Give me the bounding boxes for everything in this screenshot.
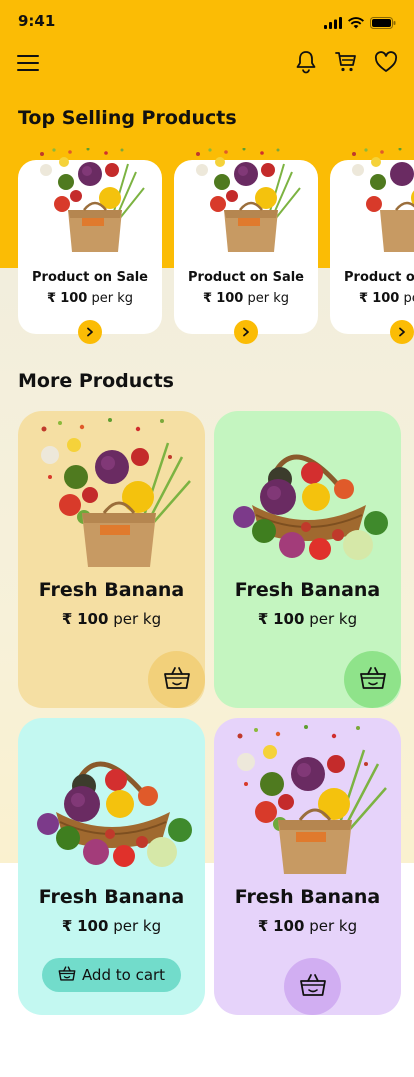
product-name: Product on Sale <box>344 270 414 285</box>
product-name: Fresh Banana <box>38 886 185 908</box>
status-time: 9:41 <box>18 12 56 30</box>
product-card[interactable]: Fresh Banana ₹ 100 per kg Add to cart <box>18 718 205 1015</box>
grocery-bag-image <box>40 148 145 252</box>
app-header <box>0 44 414 84</box>
product-name: Product on Sale <box>32 270 148 285</box>
add-to-cart-label: Add to cart <box>81 966 166 984</box>
product-price: ₹ 100 per kg <box>257 610 358 628</box>
grocery-bag-image <box>196 148 301 252</box>
grocery-bag-image <box>352 148 414 252</box>
product-price: ₹ 100 per kg <box>257 917 358 935</box>
product-price: ₹ 100 per kg <box>203 291 289 306</box>
add-to-cart-button[interactable] <box>284 958 341 1015</box>
grocery-bag-image <box>41 418 191 567</box>
product-name: Fresh Banana <box>234 579 381 601</box>
chevron-right-icon[interactable] <box>78 320 102 344</box>
product-name: Fresh Banana <box>38 579 185 601</box>
signal-icon <box>324 14 342 33</box>
status-bar: 9:41 <box>0 0 414 44</box>
top-selling-title: Top Selling Products <box>18 107 237 129</box>
basket-icon <box>359 665 387 695</box>
vegetable-basket-image <box>233 454 388 560</box>
product-card[interactable]: Fresh Banana ₹ 100 per kg <box>18 411 205 708</box>
add-to-cart-button[interactable] <box>344 651 401 708</box>
chevron-right-icon[interactable] <box>234 320 258 344</box>
product-card[interactable]: Fresh Banana ₹ 100 per kg <box>214 718 401 1015</box>
add-to-cart-button[interactable] <box>148 651 205 708</box>
top-selling-carousel[interactable]: Product on Sale ₹ 100 per kg Product on … <box>0 140 414 350</box>
product-name: Product on Sale <box>188 270 304 285</box>
product-price: ₹ 100 per kg <box>359 291 414 306</box>
top-product-card[interactable]: Product on Sale ₹ 100 per kg <box>18 148 162 344</box>
vegetable-basket-image <box>37 761 192 867</box>
basket-icon <box>299 972 327 1002</box>
product-price: ₹ 100 per kg <box>61 917 162 935</box>
top-product-card[interactable]: Product on Sale ₹ 100 per kg <box>174 148 318 344</box>
basket-icon <box>163 665 191 695</box>
battery-icon <box>370 14 396 33</box>
cart-icon[interactable] <box>333 49 359 75</box>
wifi-icon <box>348 14 364 33</box>
more-products-title: More Products <box>18 370 174 392</box>
top-product-card[interactable]: Product on Sale ₹ 100 per kg <box>330 148 414 344</box>
product-name: Fresh Banana <box>234 886 381 908</box>
bell-icon[interactable] <box>293 49 319 75</box>
hamburger-icon[interactable] <box>15 50 41 76</box>
product-price: ₹ 100 per kg <box>61 610 162 628</box>
add-to-cart-button[interactable]: Add to cart <box>42 958 181 992</box>
basket-icon <box>58 965 76 986</box>
product-card[interactable]: Fresh Banana ₹ 100 per kg <box>214 411 401 708</box>
grocery-bag-image <box>237 725 387 874</box>
chevron-right-icon[interactable] <box>390 320 414 344</box>
product-price: ₹ 100 per kg <box>47 291 133 306</box>
heart-icon[interactable] <box>373 49 399 75</box>
